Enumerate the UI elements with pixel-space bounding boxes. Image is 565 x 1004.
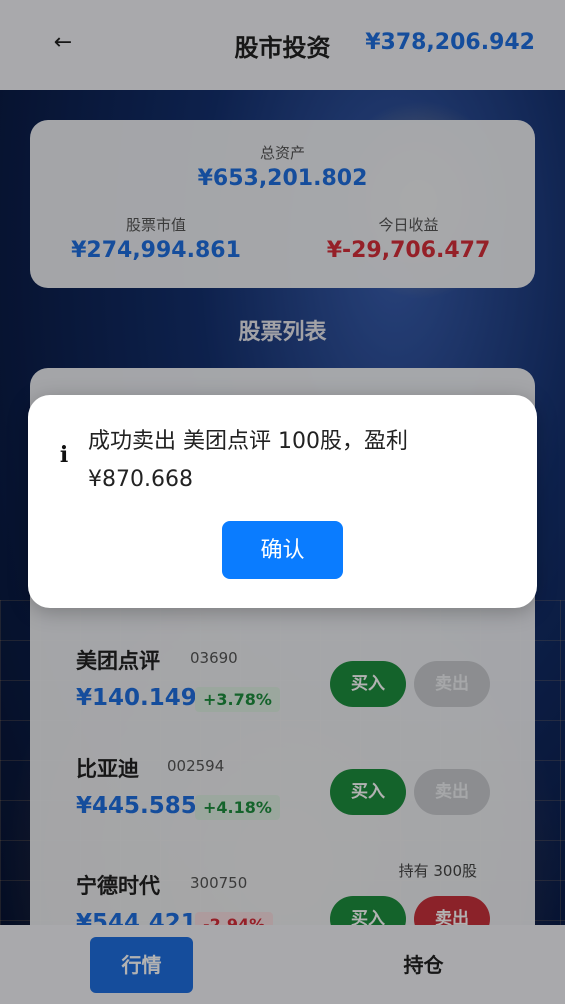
info-icon: i [59,442,69,468]
dialog-message: 成功卖出 美团点评 100股，盈利¥870.668 [88,429,408,492]
toast-dialog: i 成功卖出 美团点评 100股，盈利¥870.668 确认 [28,395,537,608]
confirm-button[interactable]: 确认 [222,521,343,579]
